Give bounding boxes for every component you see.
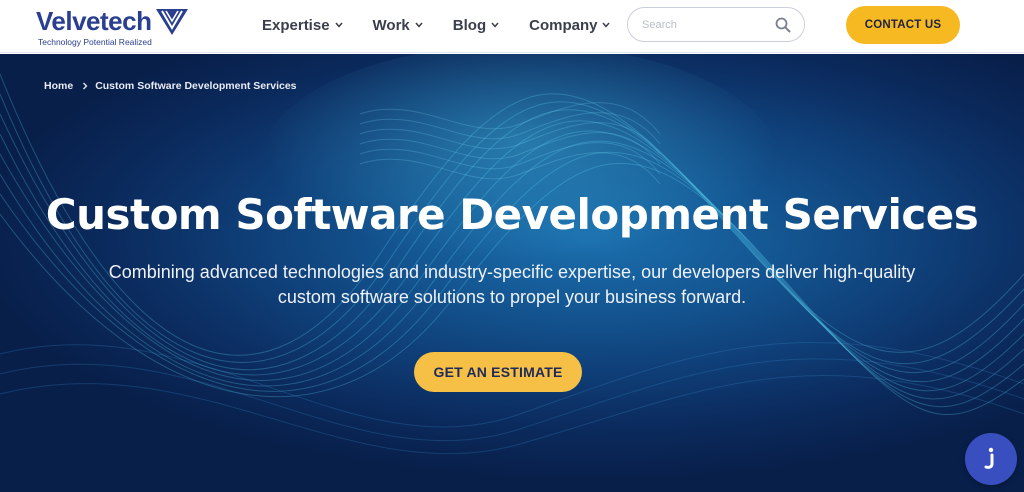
nav-item-work[interactable]: Work xyxy=(373,15,423,35)
breadcrumb-home-link[interactable]: Home xyxy=(44,80,73,92)
chevron-down-icon xyxy=(491,22,499,28)
chevron-down-icon xyxy=(415,22,423,28)
chevron-down-icon xyxy=(602,22,611,28)
nav-label: Blog xyxy=(452,16,487,34)
chat-widget-button[interactable] xyxy=(965,433,1017,485)
hero-subtitle: Combining advanced technologies and indu… xyxy=(62,260,962,310)
nav-label: Work xyxy=(372,16,410,34)
main-nav: Expertise Work Blog Company xyxy=(262,15,640,35)
hero-section: Home Custom Software Development Service… xyxy=(0,54,1024,492)
velvetech-logo[interactable]: Velvetech Technology Potential Realized xyxy=(36,6,196,48)
breadcrumb: Home Custom Software Development Service… xyxy=(44,80,297,92)
logo-wordmark: Velvetech xyxy=(36,6,152,36)
chevron-down-icon xyxy=(334,22,343,28)
breadcrumb-current: Custom Software Development Services xyxy=(95,80,297,92)
contact-us-label: CONTACT US xyxy=(864,19,942,31)
hero-subtitle-line: Combining advanced technologies and indu… xyxy=(108,262,916,282)
nav-item-blog[interactable]: Blog xyxy=(453,15,499,35)
search-icon[interactable] xyxy=(775,17,791,33)
page-title: Custom Software Development Services xyxy=(45,190,979,239)
hero-subtitle-line: custom software solutions to propel your… xyxy=(277,287,747,307)
nav-label: Company xyxy=(529,16,598,34)
nav-label: Expertise xyxy=(262,16,330,34)
search-input[interactable] xyxy=(642,16,772,34)
chat-widget-icon xyxy=(984,447,994,469)
get-estimate-button[interactable]: GET AN ESTIMATE xyxy=(414,352,582,392)
get-estimate-label: GET AN ESTIMATE xyxy=(433,364,563,380)
chevron-right-icon xyxy=(83,82,88,90)
logo-v-mark-icon xyxy=(156,9,188,35)
nav-item-company[interactable]: Company xyxy=(529,15,611,35)
nav-item-expertise[interactable]: Expertise xyxy=(262,15,343,35)
logo-tagline: Technology Potential Realized xyxy=(38,37,152,47)
contact-us-button[interactable]: CONTACT US xyxy=(846,6,960,44)
site-header: Velvetech Technology Potential Realized … xyxy=(0,0,1024,53)
search-box xyxy=(627,7,805,42)
